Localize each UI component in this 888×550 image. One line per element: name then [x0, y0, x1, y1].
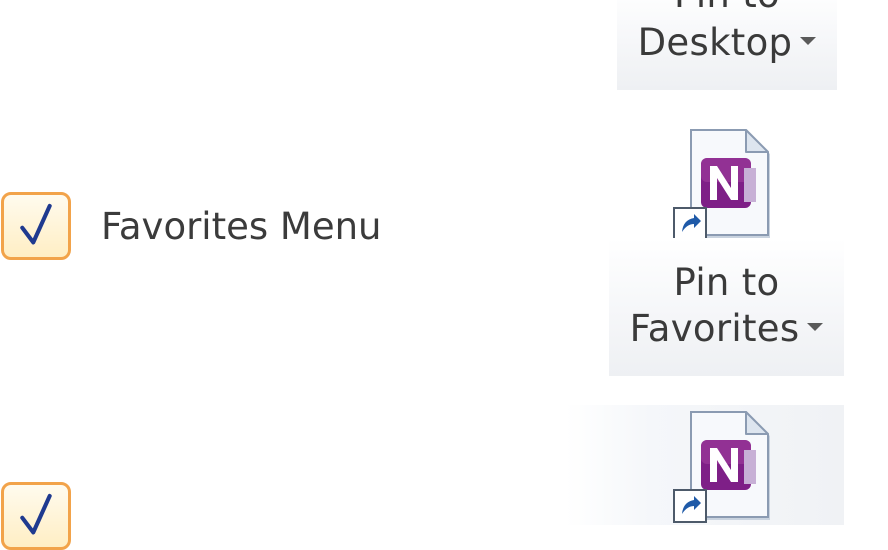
- favorites-menu-label[interactable]: Favorites Menu: [101, 204, 381, 250]
- pin-to-desktop-label: Desktop: [637, 21, 793, 64]
- pin-to-desktop-line1: Pin to: [617, 0, 837, 18]
- favorites-menu-checkbox[interactable]: [1, 192, 71, 260]
- pin-to-favorites-line2: Favorites: [609, 306, 844, 352]
- checkmark-icon: [20, 493, 52, 535]
- onenote-shortcut-icon[interactable]: [672, 128, 774, 244]
- ribbon-page: { "options": [ {"label": "Favorites Menu…: [0, 0, 888, 550]
- onenote-shortcut-icon[interactable]: [672, 410, 774, 526]
- second-option-checkbox[interactable]: [1, 482, 71, 550]
- pin-to-favorites-button[interactable]: Pin to Favorites: [609, 238, 844, 376]
- dropdown-arrow-icon[interactable]: [800, 36, 817, 45]
- pin-to-favorites-label: Favorites: [629, 307, 800, 350]
- dropdown-arrow-icon[interactable]: [807, 322, 824, 331]
- pin-to-desktop-line2: Desktop: [617, 20, 837, 66]
- pin-to-desktop-button[interactable]: Pin to Desktop: [617, 0, 837, 90]
- checkmark-icon: [20, 203, 52, 245]
- pin-to-favorites-line1: Pin to: [673, 261, 780, 304]
